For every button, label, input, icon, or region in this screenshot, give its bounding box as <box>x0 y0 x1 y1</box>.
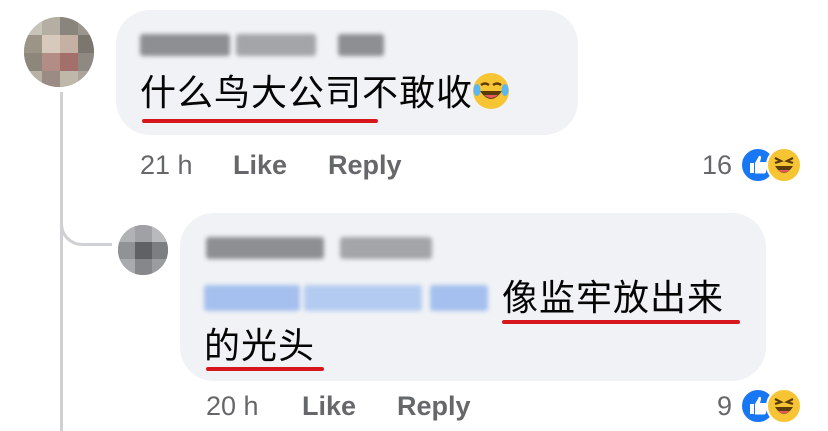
reply-text-line1: 像监牢放出来 <box>502 278 725 319</box>
reply-button[interactable]: Reply <box>328 150 402 181</box>
reply-timestamp[interactable]: 20 h <box>206 391 259 422</box>
reply-reaction-badges[interactable] <box>740 388 802 424</box>
reply-text-line2: 的光头 <box>204 326 316 367</box>
reaction-badges[interactable] <box>740 147 802 183</box>
comment-text-underlined: 什么鸟大公司 <box>140 73 363 114</box>
laugh-tears-emoji-icon <box>473 73 510 109</box>
comment-text-rest: 不敢收 <box>362 73 474 114</box>
thread-connector-line <box>60 92 63 431</box>
reply-author-name-blurred[interactable] <box>206 237 434 259</box>
author-name-blurred[interactable] <box>140 34 385 56</box>
reply-reaction-count[interactable]: 9 <box>690 391 732 422</box>
reply-avatar[interactable] <box>118 225 168 275</box>
reaction-count[interactable]: 16 <box>680 150 732 181</box>
red-underline-annotation <box>142 119 378 123</box>
comment-text: 什么鸟大公司不敢收 <box>140 72 510 116</box>
reply-reply-button[interactable]: Reply <box>397 391 471 422</box>
reply-like-button[interactable]: Like <box>302 391 356 422</box>
reply-bubble: 像监牢放出来 的光头 <box>180 213 766 381</box>
red-underline-annotation <box>502 320 740 324</box>
comment-bubble: 什么鸟大公司不敢收 <box>116 10 578 135</box>
haha-icon <box>766 147 802 183</box>
avatar[interactable] <box>24 17 94 87</box>
mentioned-user-link-blurred[interactable] <box>204 285 488 311</box>
like-button[interactable]: Like <box>233 150 287 181</box>
haha-icon <box>766 388 802 424</box>
reply-connector-curve <box>60 200 112 246</box>
comment-timestamp[interactable]: 21 h <box>140 150 193 181</box>
red-underline-annotation <box>206 367 324 371</box>
